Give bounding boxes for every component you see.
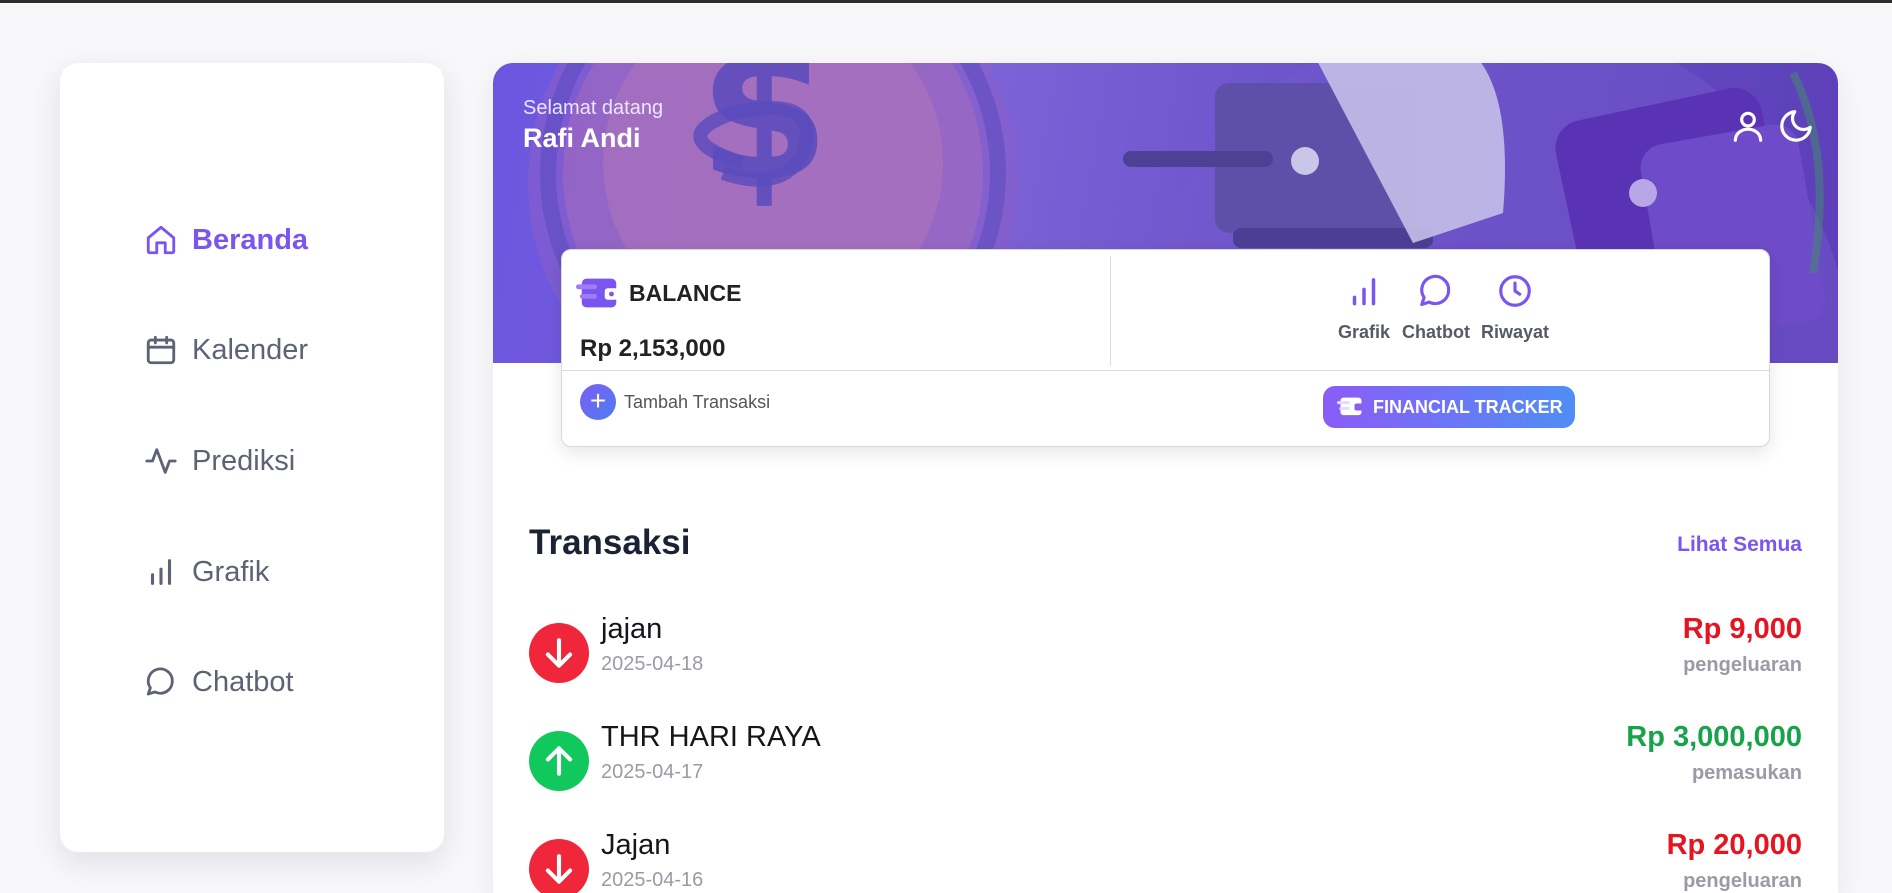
plus-icon: + (580, 384, 616, 420)
transaction-row[interactable]: THR HARI RAYA 2025-04-17 Rp 3,000,000 pe… (529, 721, 1802, 821)
quick-action-label: Grafik (1337, 322, 1391, 342)
chat-icon (1420, 274, 1451, 307)
transaction-row[interactable]: Jajan 2025-04-16 Rp 20,000 pengeluaran (529, 829, 1802, 893)
sidebar-item-label: Grafik (192, 555, 270, 588)
window-top-border (0, 0, 1892, 3)
clock-icon (1499, 275, 1531, 307)
sidebar-item-label: Beranda (192, 223, 309, 256)
calendar-icon (146, 335, 176, 365)
transaction-date: 2025-04-18 (601, 653, 704, 675)
transaction-name: jajan (601, 613, 663, 645)
greeting-text: Selamat datang (523, 97, 664, 119)
transaction-type: pemasukan (1691, 762, 1802, 784)
financial-tracker-badge[interactable]: FINANCIAL TRACKER (1323, 386, 1575, 428)
transaction-row[interactable]: jajan 2025-04-18 Rp 9,000 pengeluaran (529, 613, 1802, 713)
svg-text:$: $ (698, 63, 830, 223)
arrow-down-icon (529, 839, 589, 893)
balance-card: BALANCE Rp 2,153,000 Grafik Chatbot Riwa… (561, 249, 1770, 447)
transaction-date: 2025-04-16 (601, 869, 704, 891)
moon-icon[interactable] (1777, 107, 1815, 145)
sidebar-item-label: Kalender (192, 333, 309, 366)
balance-amount: Rp 2,153,000 (580, 335, 726, 362)
add-transaction-label: Tambah Transaksi (624, 391, 771, 412)
sidebar-item-grafik[interactable]: Grafik (144, 550, 269, 594)
sidebar-item-label: Prediksi (192, 444, 296, 477)
sidebar: Beranda Kalender Prediksi Grafik Chatbot (60, 63, 444, 852)
quick-action-riwayat[interactable]: Riwayat (1475, 272, 1555, 343)
see-all-link[interactable]: Lihat Semua (1677, 533, 1802, 557)
transaction-type: pengeluaran (1683, 654, 1802, 676)
sidebar-item-kalender[interactable]: Kalender (144, 328, 308, 372)
quick-action-chatbot[interactable]: Chatbot (1396, 272, 1476, 343)
home-icon (146, 225, 176, 255)
sidebar-item-chatbot[interactable]: Chatbot (144, 660, 294, 704)
sidebar-item-beranda[interactable]: Beranda (144, 218, 308, 262)
wallet-icon (576, 278, 619, 308)
bar-chart-icon (150, 559, 172, 585)
user-name: Rafi Andi (523, 123, 641, 153)
wallet-icon (1337, 397, 1363, 416)
transaction-type: pengeluaran (1683, 870, 1802, 892)
transaction-amount: Rp 9,000 (1682, 613, 1802, 645)
transaction-date: 2025-04-17 (601, 761, 704, 783)
arrow-down-icon (529, 623, 589, 683)
main-panel: $ Selamat datang Rafi Andi BALANCE Rp 2,… (493, 63, 1838, 893)
quick-action-label: Chatbot (1402, 322, 1470, 342)
transaction-name: Jajan (601, 829, 671, 861)
add-transaction-button[interactable]: + Tambah Transaksi (580, 384, 770, 420)
card-divider-horizontal (562, 370, 1769, 371)
chat-icon (146, 667, 174, 696)
user-icon[interactable] (1729, 107, 1767, 145)
transaction-amount: Rp 3,000,000 (1626, 721, 1802, 753)
card-divider-vertical (1110, 256, 1111, 366)
bar-chart-icon (1352, 278, 1376, 306)
arrow-up-icon (529, 731, 589, 791)
financial-tracker-label: FINANCIAL TRACKER (1373, 396, 1563, 417)
balance-label: BALANCE (629, 280, 742, 306)
transactions-title: Transaksi (529, 523, 691, 562)
transaction-name: THR HARI RAYA (601, 721, 821, 753)
quick-action-label: Riwayat (1480, 322, 1550, 342)
quick-action-grafik[interactable]: Grafik (1324, 272, 1404, 343)
activity-icon (145, 448, 177, 474)
sidebar-item-label: Chatbot (192, 665, 294, 698)
transaction-amount: Rp 20,000 (1666, 829, 1802, 861)
sidebar-item-prediksi[interactable]: Prediksi (144, 439, 295, 483)
